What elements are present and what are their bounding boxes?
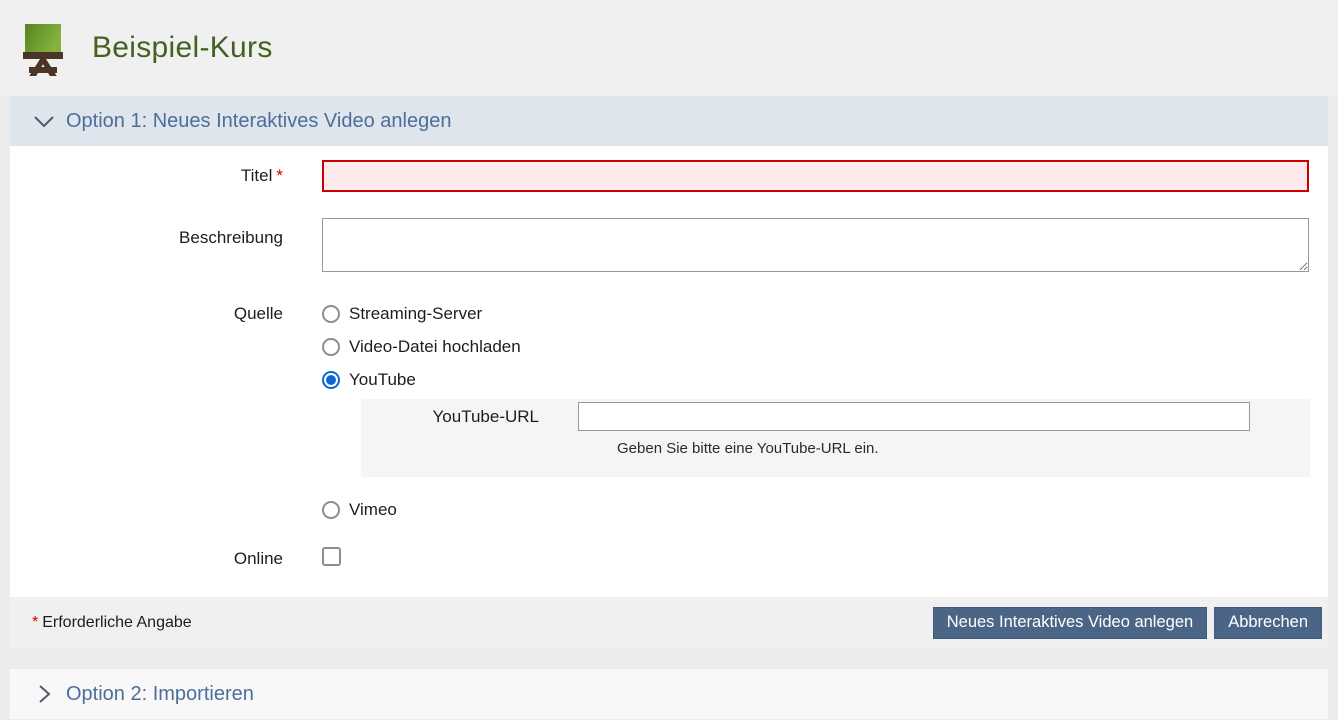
option2-header[interactable]: Option 2: Importieren xyxy=(10,669,1328,719)
youtube-url-box: YouTube-URL Geben Sie bitte eine YouTube… xyxy=(361,399,1310,477)
titel-input[interactable] xyxy=(322,160,1309,192)
quelle-label: Quelle xyxy=(10,297,322,324)
submit-button[interactable]: Neues Interaktives Video anlegen xyxy=(933,607,1207,639)
option2-section: Option 2: Importieren xyxy=(10,669,1328,719)
chevron-right-icon[interactable] xyxy=(33,685,55,703)
course-easel-icon xyxy=(20,22,66,76)
radio-label: Streaming-Server xyxy=(349,304,482,324)
radio-option-youtube[interactable]: YouTube xyxy=(322,363,416,396)
form-footer: *Erforderliche Angabe Neues Interaktives… xyxy=(10,597,1328,649)
option1-header[interactable]: Option 1: Neues Interaktives Video anleg… xyxy=(10,96,1328,146)
radio-label: Vimeo xyxy=(349,500,397,520)
radio-option-vimeo[interactable]: Vimeo xyxy=(322,493,397,526)
option1-form: Titel* Beschreibung Quelle S xyxy=(10,146,1328,597)
youtube-radio[interactable] xyxy=(322,371,340,389)
option2-title: Option 2: Importieren xyxy=(66,683,254,706)
online-row: Online xyxy=(10,547,1328,571)
online-checkbox[interactable] xyxy=(322,547,341,566)
youtube-url-label: YouTube-URL xyxy=(361,407,578,427)
radio-label: YouTube xyxy=(349,370,416,390)
quelle-row: Quelle Streaming-Server Video-Datei hoch… xyxy=(10,297,1328,396)
beschreibung-textarea[interactable] xyxy=(322,218,1309,272)
beschreibung-row: Beschreibung xyxy=(10,218,1328,277)
page-title: Beispiel-Kurs xyxy=(92,31,273,65)
required-note: *Erforderliche Angabe xyxy=(32,614,192,632)
cancel-button[interactable]: Abbrechen xyxy=(1214,607,1322,639)
chevron-down-icon[interactable] xyxy=(33,112,55,130)
youtube-url-row: YouTube-URL xyxy=(361,402,1310,431)
beschreibung-label: Beschreibung xyxy=(10,218,322,248)
vimeo-row: Vimeo xyxy=(10,493,1328,526)
required-asterisk: * xyxy=(32,614,38,631)
option1-section: Option 1: Neues Interaktives Video anleg… xyxy=(10,96,1328,649)
youtube-url-hint: Geben Sie bitte eine YouTube-URL ein. xyxy=(617,440,1310,457)
radio-option-streaming-server[interactable]: Streaming-Server xyxy=(322,297,482,330)
radio-option-video-datei[interactable]: Video-Datei hochladen xyxy=(322,330,521,363)
radio-label: Video-Datei hochladen xyxy=(349,337,521,357)
streaming-server-radio[interactable] xyxy=(322,305,340,323)
video-datei-radio[interactable] xyxy=(322,338,340,356)
youtube-url-input[interactable] xyxy=(578,402,1250,431)
titel-label: Titel* xyxy=(10,166,322,186)
required-asterisk: * xyxy=(276,166,283,185)
vimeo-radio[interactable] xyxy=(322,501,340,519)
titel-row: Titel* xyxy=(10,160,1328,192)
online-label: Online xyxy=(10,549,322,569)
option1-title: Option 1: Neues Interaktives Video anleg… xyxy=(66,110,451,133)
page-header: Beispiel-Kurs xyxy=(0,0,1338,96)
